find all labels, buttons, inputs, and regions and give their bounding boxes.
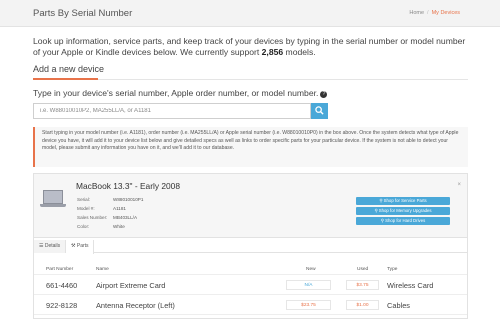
tab-label: Details	[44, 243, 61, 249]
part-number: 661-4460	[46, 281, 78, 290]
breadcrumb-home[interactable]: Home	[409, 10, 424, 16]
spec-label: Color:	[77, 224, 90, 229]
table-row: 661-4460 Airport Extreme Card N/A $3.75 …	[34, 274, 467, 294]
shop-hard-drives-button[interactable]: ⚲ Shop for Hard Drives	[356, 217, 450, 225]
column-header-used: Used	[357, 267, 369, 272]
part-type: Wireless Card	[387, 281, 434, 290]
spec-label: Serial:	[77, 197, 91, 202]
spec-label: Sales Number:	[77, 215, 108, 220]
device-card: MacBook 13.3" - Early 2008 Serial: W88010…	[33, 173, 468, 319]
tab-label: Parts	[76, 243, 89, 249]
price-new[interactable]: N/A	[286, 280, 331, 290]
top-bar: Parts By Serial Number Home / My Devices	[0, 0, 500, 27]
intro-text: Look up information, service parts, and …	[33, 36, 473, 58]
spec-value: W88010010P1	[113, 197, 144, 202]
search-input[interactable]	[33, 103, 311, 119]
breadcrumb-separator: /	[427, 10, 429, 16]
device-tabs: ☰ Details ⚒ Parts	[34, 240, 467, 254]
tab-details[interactable]: ☰ Details	[34, 240, 66, 253]
part-number: 922-8128	[46, 301, 78, 310]
column-header-new: New	[306, 267, 316, 272]
part-type: Cables	[387, 301, 411, 310]
search-button[interactable]	[311, 103, 328, 119]
help-icon[interactable]: ?	[320, 91, 328, 98]
table-row: 922-8128 Antenna Receptor (Left) $23.75 …	[34, 294, 467, 314]
device-specs: Serial: W88010010P1 Model #: A1181 Sales N…	[77, 197, 197, 233]
spec-value: White	[113, 224, 125, 229]
spec-value: MB403LL/A	[113, 215, 138, 220]
intro-text-before: Look up information, service parts, and …	[33, 36, 466, 57]
spec-label: Model #:	[77, 206, 95, 211]
breadcrumb: Home / My Devices	[409, 10, 460, 16]
column-header-type: Type	[387, 267, 398, 272]
tab-parts[interactable]: ⚒ Parts	[66, 240, 94, 254]
device-name: MacBook 13.3" - Early 2008	[76, 181, 180, 191]
column-header-name: Name	[96, 267, 109, 272]
intro-text-after: models.	[283, 47, 316, 57]
laptop-icon	[40, 190, 66, 208]
close-icon[interactable]: ×	[457, 182, 461, 188]
section-title: Add a new device	[33, 64, 105, 74]
shop-button-label: Shop for Service Parts	[383, 198, 427, 203]
shop-button-label: Shop for Hard Drives	[385, 218, 426, 223]
shop-service-parts-button[interactable]: ⚲ Shop for Service Parts	[356, 197, 450, 205]
section-underline	[33, 78, 98, 80]
spec-row-serial: Serial: W88010010P1	[77, 197, 197, 206]
column-header-part-number: Part Number	[46, 267, 74, 272]
spec-row-color: Color: White	[77, 224, 197, 233]
device-header: MacBook 13.3" - Early 2008 Serial: W88010…	[34, 174, 467, 238]
section-divider	[33, 79, 468, 80]
spec-row-sales-number: Sales Number: MB403LL/A	[77, 215, 197, 224]
search-icon	[315, 106, 324, 115]
price-new[interactable]: $23.75	[286, 300, 331, 310]
supported-model-count: 2,856	[261, 47, 284, 57]
price-used[interactable]: $3.75	[346, 280, 379, 290]
part-name[interactable]: Airport Extreme Card	[96, 281, 165, 290]
shop-button-label: Shop for Memory Upgrades	[378, 208, 432, 213]
search-prompt-text: Type in your device's serial number, App…	[33, 88, 319, 98]
page-title: Parts By Serial Number	[33, 8, 133, 19]
spec-row-model: Model #: A1181	[77, 206, 197, 215]
part-name[interactable]: Antenna Receptor (Left)	[96, 301, 175, 310]
search-prompt: Type in your device's serial number, App…	[33, 88, 328, 98]
breadcrumb-current[interactable]: My Devices	[432, 10, 460, 16]
spec-value: A1181	[113, 206, 126, 211]
price-used[interactable]: $1.00	[346, 300, 379, 310]
table-row	[34, 314, 467, 318]
info-callout: Start typing in your model number (i.e. …	[33, 127, 468, 167]
shop-memory-upgrades-button[interactable]: ⚲ Shop for Memory Upgrades	[356, 207, 450, 215]
